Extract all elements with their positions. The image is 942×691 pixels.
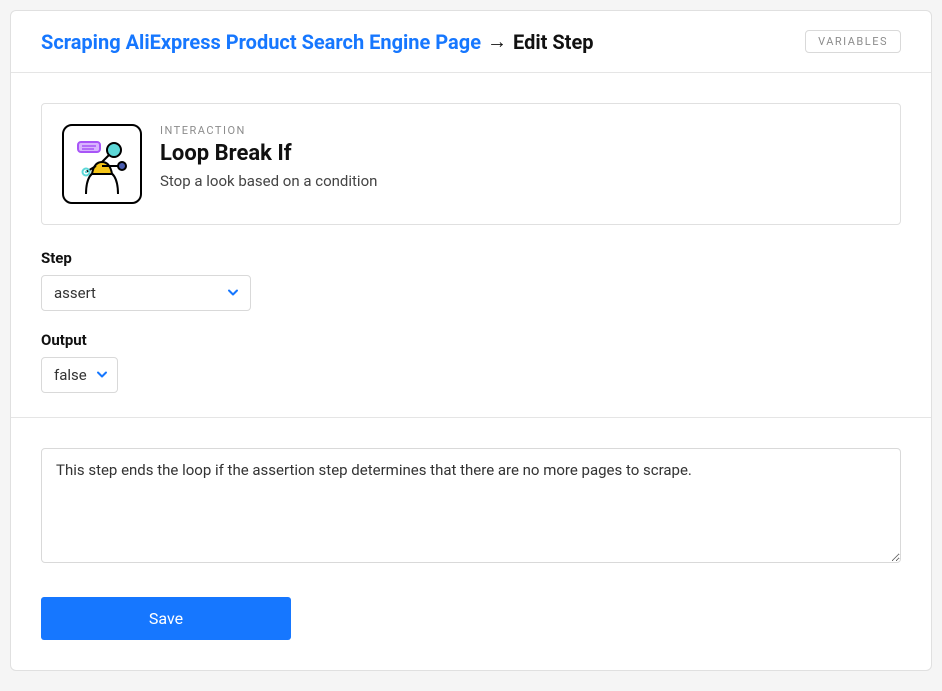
- footer: Save: [11, 567, 931, 670]
- step-select[interactable]: assert: [41, 275, 251, 311]
- step-info-text: INTERACTION Loop Break If Stop a look ba…: [160, 124, 377, 190]
- breadcrumb-link[interactable]: Scraping AliExpress Product Search Engin…: [41, 30, 481, 54]
- output-select[interactable]: false: [41, 357, 118, 393]
- step-field: Step assert: [41, 249, 901, 311]
- step-info-box: INTERACTION Loop Break If Stop a look ba…: [41, 103, 901, 225]
- breadcrumb: Scraping AliExpress Product Search Engin…: [41, 29, 594, 54]
- divider: [11, 417, 931, 418]
- description-textarea[interactable]: [41, 448, 901, 563]
- output-field-label: Output: [41, 331, 901, 349]
- variables-button[interactable]: VARIABLES: [805, 30, 901, 53]
- step-title: Loop Break If: [160, 141, 377, 166]
- edit-step-card: Scraping AliExpress Product Search Engin…: [10, 10, 932, 671]
- output-field: Output false: [41, 331, 901, 393]
- loop-break-if-icon: [62, 124, 142, 204]
- step-category-label: INTERACTION: [160, 124, 377, 137]
- step-field-label: Step: [41, 249, 901, 267]
- breadcrumb-current: Edit Step: [513, 30, 594, 54]
- step-subtitle: Stop a look based on a condition: [160, 172, 377, 190]
- breadcrumb-arrow-icon: →: [487, 29, 507, 54]
- header: Scraping AliExpress Product Search Engin…: [11, 11, 931, 73]
- body: INTERACTION Loop Break If Stop a look ba…: [11, 73, 931, 567]
- save-button[interactable]: Save: [41, 597, 291, 640]
